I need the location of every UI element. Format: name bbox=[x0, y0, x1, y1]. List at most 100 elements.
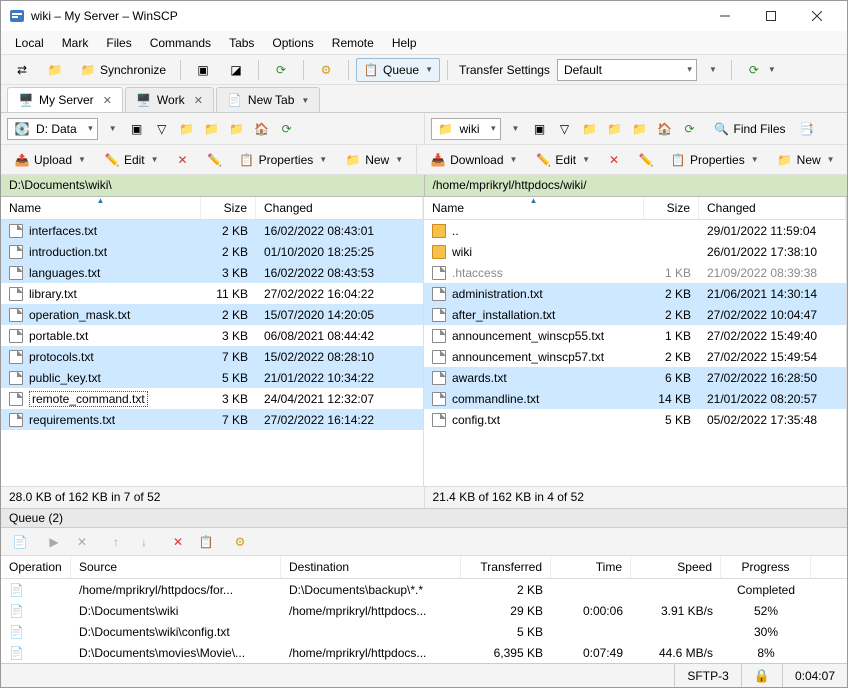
queue-cancel-icon[interactable]: ✕ bbox=[71, 531, 93, 553]
nav-dropdown-icon[interactable]: ▼ bbox=[504, 118, 526, 140]
properties-button[interactable]: 📋Properties▼ bbox=[663, 148, 766, 172]
session-tab-new[interactable]: 📄 New Tab ▼ bbox=[216, 87, 320, 112]
file-row[interactable]: protocols.txt7 KB15/02/2022 08:28:10 bbox=[1, 346, 423, 367]
local-grid-body[interactable]: interfaces.txt2 KB16/02/2022 08:43:01int… bbox=[1, 220, 423, 486]
bookmark-icon[interactable]: 📑 bbox=[796, 118, 818, 140]
file-row[interactable]: public_key.txt5 KB21/01/2022 10:34:22 bbox=[1, 367, 423, 388]
qcol-time[interactable]: Time bbox=[551, 556, 631, 578]
menu-tabs[interactable]: Tabs bbox=[221, 33, 262, 53]
local-path[interactable]: D:\Documents\wiki\ bbox=[1, 175, 424, 197]
new-button[interactable]: 📁New▼ bbox=[338, 148, 410, 172]
queue-up-icon[interactable]: ↑ bbox=[105, 531, 127, 553]
file-row[interactable]: languages.txt3 KB16/02/2022 08:43:53 bbox=[1, 262, 423, 283]
nav-dropdown-icon[interactable]: ▼ bbox=[101, 118, 123, 140]
tab-close-icon[interactable]: ✕ bbox=[194, 94, 203, 107]
delete-icon[interactable]: ✕ bbox=[599, 148, 629, 172]
upload-button[interactable]: 📤Upload▼ bbox=[7, 148, 93, 172]
file-row[interactable]: interfaces.txt2 KB16/02/2022 08:43:01 bbox=[1, 220, 423, 241]
home-icon[interactable]: 🏠 bbox=[654, 118, 676, 140]
find-files-button[interactable]: 🔍Find Files bbox=[707, 117, 793, 141]
col-size[interactable]: Size bbox=[201, 197, 256, 219]
file-row[interactable]: wiki26/01/2022 17:38:10 bbox=[424, 241, 846, 262]
qcol-progress[interactable]: Progress bbox=[721, 556, 811, 578]
qcol-destination[interactable]: Destination bbox=[281, 556, 461, 578]
file-row[interactable]: operation_mask.txt2 KB15/07/2020 14:20:0… bbox=[1, 304, 423, 325]
queue-down-icon[interactable]: ↓ bbox=[133, 531, 155, 553]
maximize-button[interactable] bbox=[748, 2, 793, 30]
menu-commands[interactable]: Commands bbox=[142, 33, 219, 53]
back-icon[interactable]: 📁 bbox=[579, 118, 601, 140]
menu-options[interactable]: Options bbox=[264, 33, 321, 53]
file-row[interactable]: ..29/01/2022 11:59:04 bbox=[424, 220, 846, 241]
menu-mark[interactable]: Mark bbox=[54, 33, 97, 53]
refresh-icon[interactable]: ⟳ bbox=[266, 58, 296, 82]
home-icon[interactable]: 🏠 bbox=[251, 118, 273, 140]
col-changed[interactable]: Changed bbox=[699, 197, 846, 219]
forward-icon[interactable]: 📁 bbox=[201, 118, 223, 140]
qcol-transferred[interactable]: Transferred bbox=[461, 556, 551, 578]
file-row[interactable]: after_installation.txt2 KB27/02/2022 10:… bbox=[424, 304, 846, 325]
file-row[interactable]: config.txt5 KB05/02/2022 17:35:48 bbox=[424, 409, 846, 430]
session-tab-myserver[interactable]: 🖥️ My Server ✕ bbox=[7, 87, 123, 112]
history-icon[interactable]: ▣ bbox=[126, 118, 148, 140]
menu-files[interactable]: Files bbox=[98, 33, 139, 53]
queue-clear-icon[interactable]: 📋 bbox=[195, 531, 217, 553]
menu-help[interactable]: Help bbox=[384, 33, 425, 53]
file-row[interactable]: remote_command.txt3 KB24/04/2021 12:32:0… bbox=[1, 388, 423, 409]
queue-header[interactable]: Queue (2) bbox=[1, 508, 847, 528]
queue-button[interactable]: 📋Queue▼ bbox=[356, 58, 440, 82]
delete-icon[interactable]: ✕ bbox=[168, 148, 198, 172]
file-row[interactable]: portable.txt3 KB06/08/2021 08:44:42 bbox=[1, 325, 423, 346]
transfer-settings-combo[interactable]: Default bbox=[557, 59, 697, 81]
sync-browse-icon[interactable]: 📁 bbox=[40, 58, 70, 82]
settings-icon[interactable]: ⚙ bbox=[311, 58, 341, 82]
remote-grid-body[interactable]: ..29/01/2022 11:59:04wiki26/01/2022 17:3… bbox=[424, 220, 846, 486]
col-name[interactable]: ▲Name bbox=[1, 197, 201, 219]
rename-icon[interactable]: ✏️ bbox=[631, 148, 661, 172]
file-row[interactable]: awards.txt6 KB27/02/2022 16:28:50 bbox=[424, 367, 846, 388]
download-button[interactable]: 📥Download▼ bbox=[423, 148, 524, 172]
file-row[interactable]: administration.txt2 KB21/06/2021 14:30:1… bbox=[424, 283, 846, 304]
history-icon[interactable]: ▣ bbox=[529, 118, 551, 140]
queue-add-icon[interactable]: 📄 bbox=[9, 531, 31, 553]
queue-remove-icon[interactable]: ✕ bbox=[167, 531, 189, 553]
file-row[interactable]: .htaccess1 KB21/09/2022 08:39:38 bbox=[424, 262, 846, 283]
parent-icon[interactable]: 📁 bbox=[629, 118, 651, 140]
properties-button[interactable]: 📋Properties▼ bbox=[232, 148, 335, 172]
queue-row[interactable]: 📄D:\Documents\wiki\config.txt5 KB30% bbox=[1, 621, 847, 642]
menu-remote[interactable]: Remote bbox=[324, 33, 382, 53]
parent-icon[interactable]: 📁 bbox=[226, 118, 248, 140]
minimize-button[interactable] bbox=[702, 2, 747, 30]
tab-close-icon[interactable]: ✕ bbox=[103, 94, 112, 107]
col-size[interactable]: Size bbox=[644, 197, 699, 219]
file-row[interactable]: requirements.txt7 KB27/02/2022 16:14:22 bbox=[1, 409, 423, 430]
queue-body[interactable]: 📄/home/mprikryl/httpdocs/for...D:\Docume… bbox=[1, 579, 847, 663]
refresh-icon[interactable]: ⟳ bbox=[276, 118, 298, 140]
file-row[interactable]: announcement_winscp55.txt1 KB27/02/2022 … bbox=[424, 325, 846, 346]
close-button[interactable] bbox=[794, 2, 839, 30]
filter-icon[interactable]: ▽ bbox=[151, 118, 173, 140]
menu-local[interactable]: Local bbox=[7, 33, 52, 53]
qcol-source[interactable]: Source bbox=[71, 556, 281, 578]
file-row[interactable]: introduction.txt2 KB01/10/2020 18:25:25 bbox=[1, 241, 423, 262]
qcol-operation[interactable]: Operation bbox=[1, 556, 71, 578]
file-row[interactable]: commandline.txt14 KB21/01/2022 08:20:57 bbox=[424, 388, 846, 409]
remote-folder-combo[interactable]: 📁wiki bbox=[431, 118, 501, 140]
edit-button[interactable]: ✏️Edit▼ bbox=[97, 148, 166, 172]
col-name[interactable]: ▲Name bbox=[424, 197, 644, 219]
console-icon[interactable]: ▣ bbox=[188, 58, 218, 82]
transfer-dropdown-icon[interactable]: ▼ bbox=[700, 61, 724, 78]
queue-settings-icon[interactable]: ⚙ bbox=[229, 531, 251, 553]
local-drive-combo[interactable]: 💽D: Data bbox=[7, 118, 98, 140]
new-button[interactable]: 📁New▼ bbox=[770, 148, 842, 172]
session-tab-work[interactable]: 🖥️ Work ✕ bbox=[125, 87, 214, 112]
remote-path[interactable]: /home/mprikryl/httpdocs/wiki/ bbox=[424, 175, 848, 197]
queue-row[interactable]: 📄/home/mprikryl/httpdocs/for...D:\Docume… bbox=[1, 579, 847, 600]
refresh-icon[interactable]: ⟳ bbox=[679, 118, 701, 140]
queue-row[interactable]: 📄D:\Documents\wiki/home/mprikryl/httpdoc… bbox=[1, 600, 847, 621]
file-row[interactable]: library.txt11 KB27/02/2022 16:04:22 bbox=[1, 283, 423, 304]
queue-play-icon[interactable]: ▶ bbox=[43, 531, 65, 553]
toggle-panes-icon[interactable]: ⇄ bbox=[7, 58, 37, 82]
queue-row[interactable]: 📄D:\Documents\movies\Movie\.../home/mpri… bbox=[1, 642, 847, 663]
chevron-down-icon[interactable]: ▼ bbox=[301, 96, 309, 105]
